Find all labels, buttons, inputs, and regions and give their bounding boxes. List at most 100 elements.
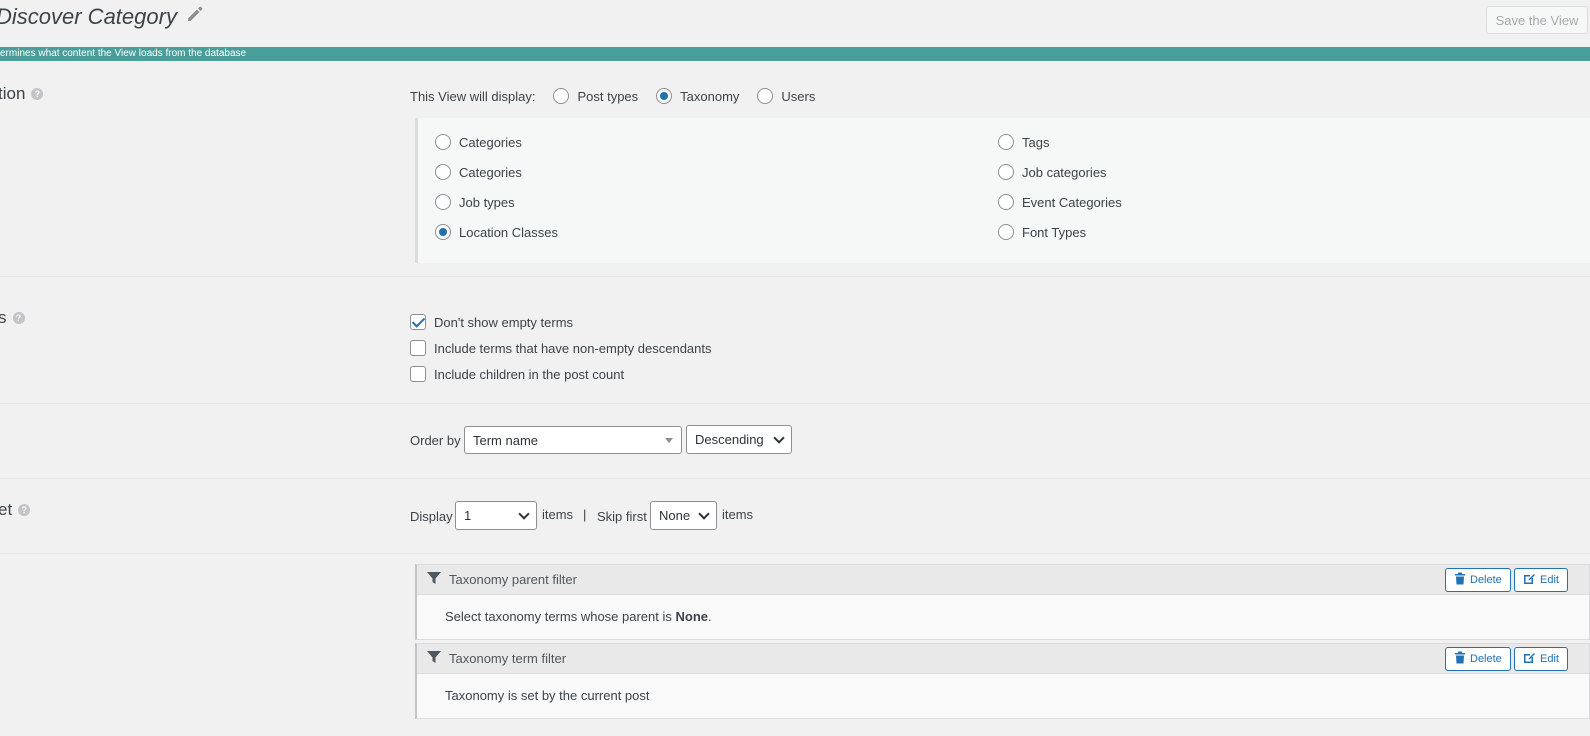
- section-banner: ermines what content the View loads from…: [0, 47, 1590, 61]
- order-direction-value: Descending: [695, 432, 764, 447]
- filter-description: Taxonomy is set by the current post: [417, 674, 1589, 718]
- radio-users-label: Users: [781, 88, 816, 104]
- delete-filter-button[interactable]: Delete: [1445, 568, 1511, 592]
- filter-funnel-icon: [427, 650, 441, 667]
- pencil-icon[interactable]: [185, 4, 205, 30]
- edit-icon: [1523, 651, 1536, 667]
- chevron-down-icon: [698, 507, 710, 520]
- radio-taxonomy-control[interactable]: [656, 88, 673, 104]
- filter-title: Taxonomy parent filter: [449, 572, 577, 587]
- filter-header: Taxonomy term filter Delete Edit: [417, 644, 1589, 674]
- radio-post-types[interactable]: Post types: [553, 88, 638, 104]
- checkbox-children-post-count[interactable]: Include children in the post count: [410, 361, 712, 387]
- edit-filter-button[interactable]: Edit: [1514, 568, 1568, 592]
- filter-funnel-icon: [427, 571, 441, 588]
- taxonomy-option[interactable]: Tags: [998, 134, 1049, 150]
- filter-description-text: Taxonomy is set by the current post: [445, 688, 650, 703]
- items-label-2: items: [722, 507, 754, 522]
- radio-taxonomy[interactable]: Taxonomy: [656, 88, 739, 104]
- order-direction-select[interactable]: Descending: [686, 425, 792, 454]
- filter-description-text: Select taxonomy terms whose parent is: [445, 609, 676, 624]
- delete-filter-label: Delete: [1470, 574, 1502, 586]
- taxonomy-option[interactable]: Font Types: [998, 224, 1086, 240]
- taxonomy-option[interactable]: Job categories: [998, 164, 1107, 180]
- display-label: Display: [410, 509, 453, 524]
- display-type-label: This View will display:: [410, 88, 536, 104]
- help-icon[interactable]: ?: [31, 88, 44, 100]
- limit-heading: et ?: [0, 500, 31, 520]
- section-divider: [0, 478, 1590, 479]
- taxonomy-option-label: Job categories: [1022, 164, 1107, 180]
- section-divider: [0, 553, 1590, 554]
- edit-filter-label: Edit: [1540, 653, 1559, 665]
- taxonomy-option-label: Event Categories: [1022, 194, 1122, 210]
- save-view-button[interactable]: Save the View: [1486, 6, 1588, 34]
- order-by-label: Order by: [410, 433, 461, 448]
- taxonomy-radio[interactable]: [998, 224, 1014, 240]
- taxonomy-option-label: Categories: [459, 164, 522, 180]
- checkbox-control[interactable]: [410, 314, 426, 330]
- help-icon[interactable]: ?: [18, 504, 31, 516]
- taxonomy-radio[interactable]: [435, 164, 451, 180]
- filter-header: Taxonomy parent filter Delete Edit: [417, 565, 1589, 595]
- radio-users[interactable]: Users: [757, 88, 815, 104]
- skip-first-select[interactable]: None: [650, 501, 717, 530]
- taxonomy-option[interactable]: Event Categories: [998, 194, 1122, 210]
- taxonomy-parent-filter: Taxonomy parent filter Delete Edit Selec…: [415, 564, 1590, 640]
- taxonomy-radio[interactable]: [435, 194, 451, 210]
- taxonomy-radio[interactable]: [998, 164, 1014, 180]
- filter-parent-value: None: [675, 609, 709, 624]
- taxonomy-option-label: Categories: [459, 134, 522, 150]
- filter-description: Select taxonomy terms whose parent is No…: [417, 595, 1589, 639]
- view-title: Discover Category: [0, 4, 205, 30]
- taxonomy-option-label: Location Classes: [459, 224, 558, 240]
- section-divider: [0, 403, 1590, 404]
- trash-icon: [1454, 651, 1466, 667]
- checkbox-label: Don't show empty terms: [434, 314, 574, 330]
- edit-icon: [1523, 572, 1536, 588]
- display-count-select[interactable]: 1: [455, 501, 537, 530]
- radio-users-control[interactable]: [757, 88, 774, 104]
- help-icon[interactable]: ?: [12, 312, 25, 324]
- radio-post-types-label: Post types: [577, 88, 639, 104]
- dropdown-arrow-icon: [665, 437, 673, 443]
- taxonomy-option-label: Job types: [459, 194, 515, 210]
- radio-taxonomy-label: Taxonomy: [680, 88, 740, 104]
- order-by-select[interactable]: Term name: [464, 426, 682, 454]
- options-label: s: [0, 308, 7, 327]
- taxonomy-radio[interactable]: [998, 194, 1014, 210]
- chevron-down-icon: [518, 507, 530, 520]
- content-selection-heading: tion ?: [0, 84, 44, 104]
- taxonomy-option-label: Tags: [1022, 134, 1050, 150]
- radio-post-types-control[interactable]: [553, 88, 570, 104]
- display-count-value: 1: [464, 508, 472, 523]
- taxonomy-radio[interactable]: [998, 134, 1014, 150]
- taxonomy-radio[interactable]: [435, 224, 451, 240]
- items-label: items: [542, 507, 574, 522]
- skip-first-value: None: [659, 508, 691, 523]
- checkbox-label: Include terms that have non-empty descen…: [434, 340, 712, 356]
- filter-title: Taxonomy term filter: [449, 651, 567, 666]
- checkbox-empty-terms[interactable]: Don't show empty terms: [410, 309, 712, 335]
- taxonomy-option[interactable]: Job types: [435, 194, 515, 210]
- trash-icon: [1454, 572, 1466, 588]
- display-type-row: This View will display: Post types Taxon…: [410, 88, 815, 104]
- order-by-value: Term name: [473, 432, 539, 448]
- taxonomy-term-filter: Taxonomy term filter Delete Edit Taxonom…: [415, 643, 1590, 719]
- checkbox-non-empty-descendants[interactable]: Include terms that have non-empty descen…: [410, 335, 712, 361]
- options-heading: s ?: [0, 308, 25, 328]
- taxonomy-option[interactable]: Categories: [435, 164, 522, 180]
- delete-filter-label: Delete: [1470, 653, 1502, 665]
- term-options: Don't show empty terms Include terms tha…: [410, 309, 712, 387]
- delete-filter-button[interactable]: Delete: [1445, 647, 1511, 671]
- taxonomy-list: Categories Categories Job types Location…: [415, 118, 1590, 263]
- edit-filter-button[interactable]: Edit: [1514, 647, 1568, 671]
- limit-label: et: [0, 500, 13, 519]
- taxonomy-radio[interactable]: [435, 134, 451, 150]
- content-selection-label: tion: [0, 84, 26, 103]
- taxonomy-option[interactable]: Location Classes: [435, 224, 558, 240]
- checkbox-control[interactable]: [410, 366, 426, 382]
- checkbox-control[interactable]: [410, 340, 426, 356]
- taxonomy-option[interactable]: Categories: [435, 134, 522, 150]
- filter-description-suffix: .: [708, 609, 712, 624]
